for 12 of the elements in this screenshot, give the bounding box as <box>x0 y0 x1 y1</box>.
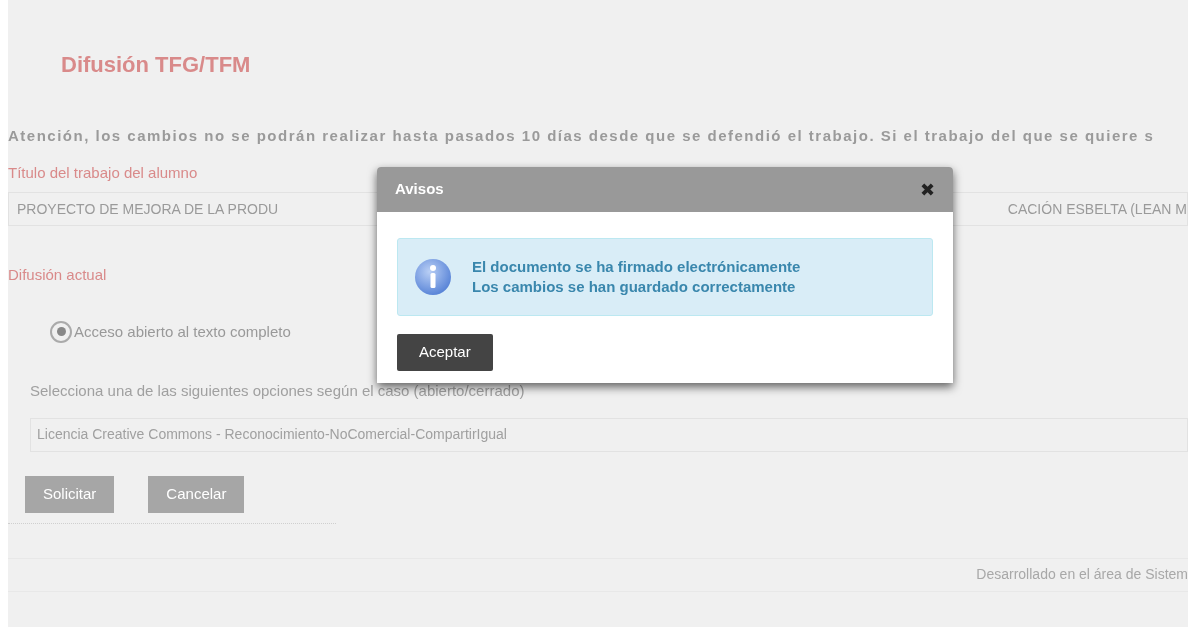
field-value: PROYECTO DE MEJORA DE LA PRODU <box>17 199 280 219</box>
dialog-title: Avisos <box>395 179 444 200</box>
field-label: Selecciona una de las siguientes opciones según el caso (abierto/cerrado) <box>30 381 525 401</box>
page-title: Difusión TFG/TFM <box>61 51 251 79</box>
footer-text: Desarrollado en el área de Sistem <box>976 565 1188 584</box>
alert-message: Los cambios se han guardado correctamente <box>472 277 797 297</box>
alert-message: El documento se ha firmado electrónicamente <box>472 257 801 277</box>
field-value: CACIÓN ESBELTA (LEAN M <box>1007 199 1187 219</box>
field-label: Difusión actual <box>8 265 107 285</box>
radio-label: Acceso abierto al texto completo <box>74 321 291 342</box>
field-label: Título del trabajo del alumno <box>8 162 198 183</box>
notice-text: Atención, los cambios no se podrán realizar hasta pasados 10 días desde que se defendió el trabajo. Si el trabajo del que se quiere s <box>8 126 1155 146</box>
